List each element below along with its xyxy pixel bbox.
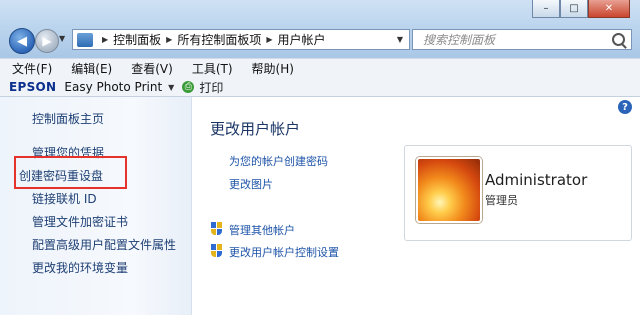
uac-shield-icon <box>211 244 222 257</box>
sidebar-item-manage-encryption-certificates[interactable]: 管理文件加密证书 <box>32 213 128 230</box>
easy-photo-print-button[interactable]: Easy Photo Print <box>64 80 162 94</box>
search-icon[interactable] <box>612 33 625 46</box>
menu-edit[interactable]: 编辑(E) <box>71 60 112 77</box>
change-picture-link[interactable]: 更改图片 <box>229 176 273 192</box>
epson-toolbar: EPSON Easy Photo Print ▼ ⎙ 打印 <box>0 78 640 97</box>
print-icon[interactable]: ⎙ <box>182 81 195 93</box>
menu-file[interactable]: 文件(F) <box>12 60 52 77</box>
uac-shield-icon <box>211 222 222 235</box>
address-dropdown-icon[interactable]: ▼ <box>397 35 403 44</box>
chevron-right-icon[interactable]: ▶ <box>266 35 272 44</box>
sidebar-item-change-environment-variables[interactable]: 更改我的环境变量 <box>32 259 128 276</box>
breadcrumb-all-items[interactable]: 所有控制面板项 <box>177 31 261 48</box>
manage-other-accounts-link[interactable]: 管理其他帐户 <box>229 222 295 238</box>
folder-icon <box>77 32 93 47</box>
account-name: Administrator <box>485 171 588 189</box>
avatar[interactable] <box>416 157 482 223</box>
menu-help[interactable]: 帮助(H) <box>252 60 294 77</box>
sidebar-item-link-online-id[interactable]: 链接联机 ID <box>32 190 97 207</box>
back-arrow-icon[interactable]: ◀ <box>9 28 35 54</box>
sidebar-item-control-panel-home[interactable]: 控制面板主页 <box>32 110 104 127</box>
chevron-right-icon[interactable]: ▶ <box>166 35 172 44</box>
page-title: 更改用户帐户 <box>210 120 301 138</box>
forward-arrow-icon[interactable]: ▶ <box>35 29 59 53</box>
menu-view[interactable]: 查看(V) <box>131 60 173 77</box>
print-button[interactable]: 打印 <box>199 79 223 96</box>
window-controls: – □ ✕ <box>532 0 630 18</box>
recent-pages-dropdown[interactable]: ▼ <box>59 34 65 43</box>
close-button[interactable]: ✕ <box>588 0 630 18</box>
sidebar-item-advanced-profile-properties[interactable]: 配置高级用户配置文件属性 <box>32 236 176 253</box>
search-input[interactable]: 搜索控制面板 <box>412 29 632 50</box>
highlight-annotation <box>14 156 127 189</box>
change-uac-settings-link[interactable]: 更改用户帐户控制设置 <box>229 244 339 260</box>
create-password-link[interactable]: 为您的帐户创建密码 <box>229 153 328 169</box>
chevron-right-icon[interactable]: ▶ <box>102 35 108 44</box>
menu-tools[interactable]: 工具(T) <box>192 60 233 77</box>
chevron-down-icon[interactable]: ▼ <box>168 83 174 92</box>
sidebar: 控制面板主页 管理您的凭据 创建密码重设盘 链接联机 ID 管理文件加密证书 配… <box>0 97 192 315</box>
address-bar[interactable]: ▶ 控制面板 ▶ 所有控制面板项 ▶ 用户帐户 ▼ <box>72 29 410 50</box>
main-content: ? 更改用户帐户 为您的帐户创建密码 更改图片 管理其他帐户 更改用户帐户控制设… <box>192 97 640 315</box>
breadcrumb-control-panel[interactable]: 控制面板 <box>113 31 161 48</box>
minimize-button[interactable]: – <box>532 0 560 18</box>
account-card: Administrator 管理员 <box>404 145 632 241</box>
window-chrome: – □ ✕ ◀ ▶ ▼ ▶ 控制面板 ▶ 所有控制面板项 ▶ 用户帐户 ▼ 搜索… <box>0 0 640 58</box>
epson-logo: EPSON <box>9 80 57 94</box>
breadcrumb-user-accounts[interactable]: 用户帐户 <box>278 31 326 48</box>
search-placeholder: 搜索控制面板 <box>423 33 496 47</box>
menu-bar: 文件(F) 编辑(E) 查看(V) 工具(T) 帮助(H) <box>0 58 640 78</box>
maximize-button[interactable]: □ <box>560 0 588 18</box>
help-icon[interactable]: ? <box>618 100 632 114</box>
account-role: 管理员 <box>485 194 518 207</box>
